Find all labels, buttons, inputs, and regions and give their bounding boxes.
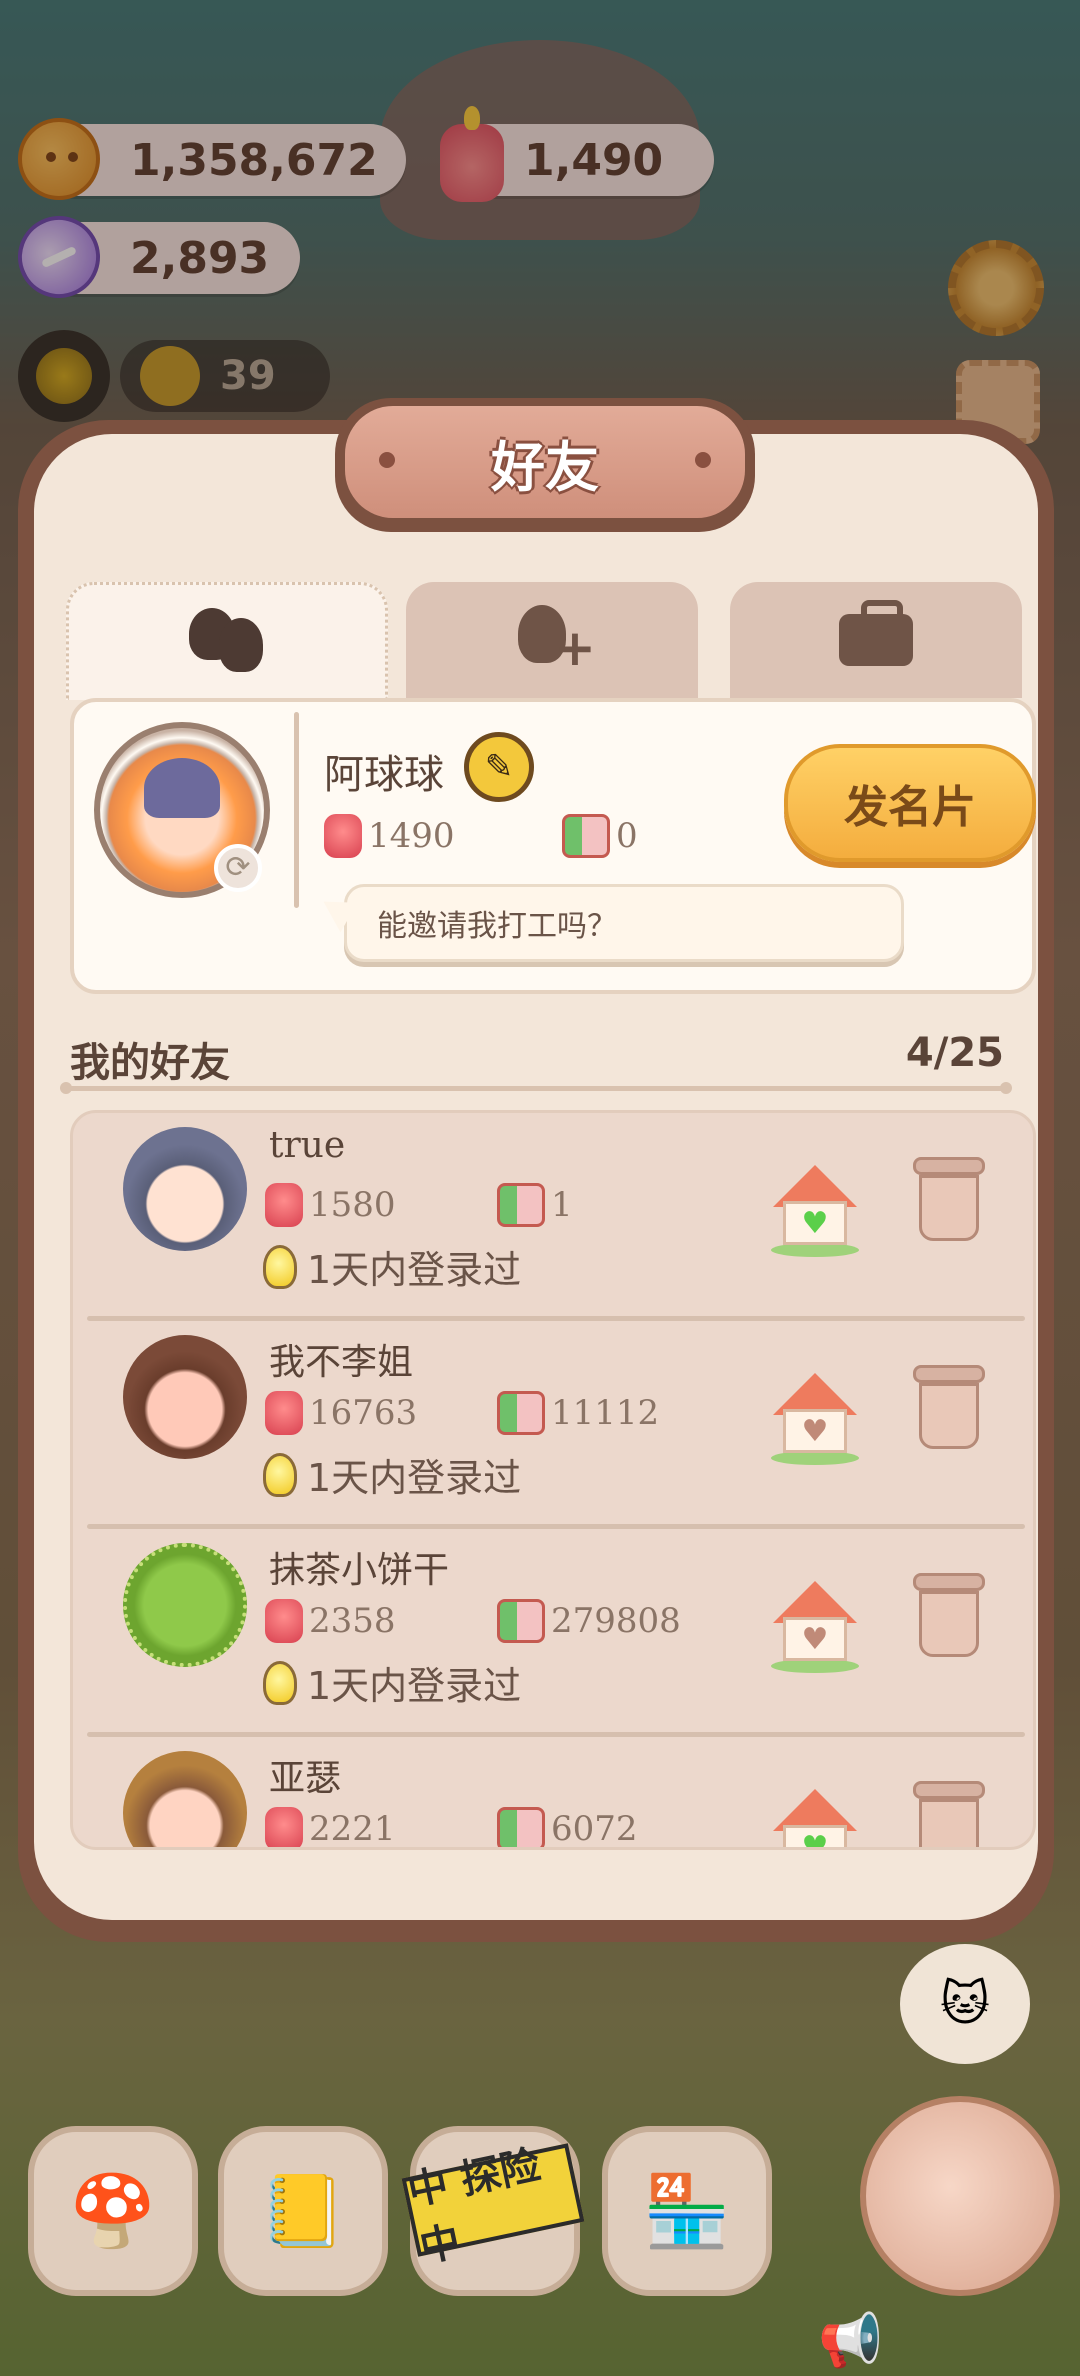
friend-candles: 1580 [265,1183,396,1227]
mascot-button[interactable] [860,2096,1060,2296]
refresh-icon[interactable]: ⟳ [214,844,262,892]
avatar[interactable] [123,1543,247,1667]
delete-friend-button[interactable] [913,1573,985,1659]
delete-friend-button[interactable] [913,1781,985,1847]
candle-icon [324,814,362,858]
avatar[interactable] [123,1751,247,1847]
friend-cards: 1 [497,1183,573,1227]
heart-icon: ♥ [783,1201,847,1245]
delete-friend-button[interactable] [913,1365,985,1451]
heart-icon: ♥ [783,1825,847,1847]
card-icon [497,1183,545,1227]
notebook-icon: 📒 [259,2169,347,2252]
friends-title: 我的好友 [70,1040,230,1086]
login-text: 1天内登录过 [307,1664,522,1708]
mushroom-house-icon: 🍄 [69,2169,157,2252]
list-item: 亚瑟 2221 6072 ♥ [73,1737,1033,1849]
profile-card: ⟳ 阿球球 ✎ 1490 0 能邀请我打工吗？ 发名片 [70,698,1036,994]
login-text: 1天内登录过 [307,1456,522,1500]
friend-candles: 2358 [265,1599,396,1643]
visit-house-button[interactable]: ♥ [771,1373,859,1465]
profile-candles: 1490 [324,814,455,858]
friend-candles-value: 2358 [309,1601,396,1641]
edit-pen-icon[interactable]: ✎ [464,732,534,802]
card-icon [497,1807,545,1847]
friend-candles-value: 1580 [309,1185,396,1225]
candle-icon [265,1807,303,1847]
modal-panel: ⟳ 阿球球 ✎ 1490 0 能邀请我打工吗？ 发名片 我的好友 4/25 tr… [34,434,1038,1920]
friend-cards-value: 11112 [551,1393,660,1433]
tab-add-friend[interactable] [406,582,698,698]
friends-count: 4/25 [905,1030,1004,1076]
friend-cards: 279808 [497,1599,681,1643]
tab-briefcase[interactable] [730,582,1022,698]
friend-cards: 6072 [497,1807,638,1849]
login-status: 1天内登录过 [263,1447,521,1502]
shop-button[interactable]: 🏪 [602,2126,772,2296]
list-item: true 1580 1 1天内登录过 ♥ [73,1113,1033,1321]
visit-house-button[interactable]: ♥ [771,1581,859,1673]
candle-icon [265,1599,303,1643]
friend-cards-value: 6072 [551,1809,638,1849]
profile-cards: 0 [562,814,638,858]
speaker-icon[interactable]: 📢 [818,2310,883,2371]
candle-icon [265,1391,303,1435]
divider [294,712,299,908]
friend-candles: 16763 [265,1391,417,1435]
page-title: 好友 [345,406,745,518]
list-item: 我不李姐 16763 11112 1天内登录过 ♥ [73,1321,1033,1529]
friend-cards: 11112 [497,1391,659,1435]
briefcase-icon [839,600,913,666]
login-status: 1天内登录过 [263,1655,521,1710]
card-icon [497,1599,545,1643]
friend-name: 亚瑟 [269,1758,342,1799]
explore-status-badge: 中 探险中 [401,2142,585,2272]
divider [60,1082,1012,1094]
mushroom-house-button[interactable]: 🍄 [28,2126,198,2296]
profile-name: 阿球球 [324,752,444,798]
delete-friend-button[interactable] [913,1157,985,1243]
friend-cards-value: 279808 [551,1601,681,1641]
avatar[interactable] [123,1127,247,1251]
friend-name: true [269,1125,346,1166]
friend-cards-value: 1 [551,1185,573,1225]
heart-icon: ♥ [783,1409,847,1453]
friend-candles-value: 2221 [309,1809,396,1849]
friends-icon [185,607,269,678]
friend-list[interactable]: true 1580 1 1天内登录过 ♥ 我不李姐 16763 11112 1天… [70,1110,1036,1850]
shop-icon: 🏪 [643,2169,731,2252]
add-friend-icon [512,605,596,675]
bulb-icon [263,1244,297,1289]
tab-friends[interactable] [66,582,388,700]
candle-icon [265,1183,303,1227]
friend-candles-value: 16763 [309,1393,418,1433]
login-text: 1天内登录过 [307,1248,522,1292]
profile-candles-value: 1490 [368,816,455,856]
bulb-icon [263,1452,297,1497]
visit-house-button[interactable]: ♥ [773,1789,857,1847]
avatar[interactable] [123,1335,247,1459]
login-status: 1天内登录过 [263,1239,521,1294]
friend-name: 我不李姐 [269,1342,414,1383]
list-item: 抹茶小饼干 2358 279808 1天内登录过 ♥ [73,1529,1033,1737]
card-icon [562,814,610,858]
friends-modal: ⟳ 阿球球 ✎ 1490 0 能邀请我打工吗？ 发名片 我的好友 4/25 tr… [18,398,1054,1942]
send-card-button[interactable]: 发名片 [784,744,1036,862]
visit-house-button[interactable]: ♥ [771,1165,859,1257]
friend-candles: 2221 [265,1807,396,1849]
bulb-icon [263,1660,297,1705]
profile-message[interactable]: 能邀请我打工吗？ [344,884,904,962]
cat-notification-icon[interactable]: 🐱 [900,1944,1030,2064]
friend-name: 抹茶小饼干 [269,1550,450,1591]
heart-icon: ♥ [783,1617,847,1661]
notebook-button[interactable]: 📒 [218,2126,388,2296]
profile-cards-value: 0 [616,816,638,856]
card-icon [497,1391,545,1435]
title-plaque: 好友 [335,398,755,532]
